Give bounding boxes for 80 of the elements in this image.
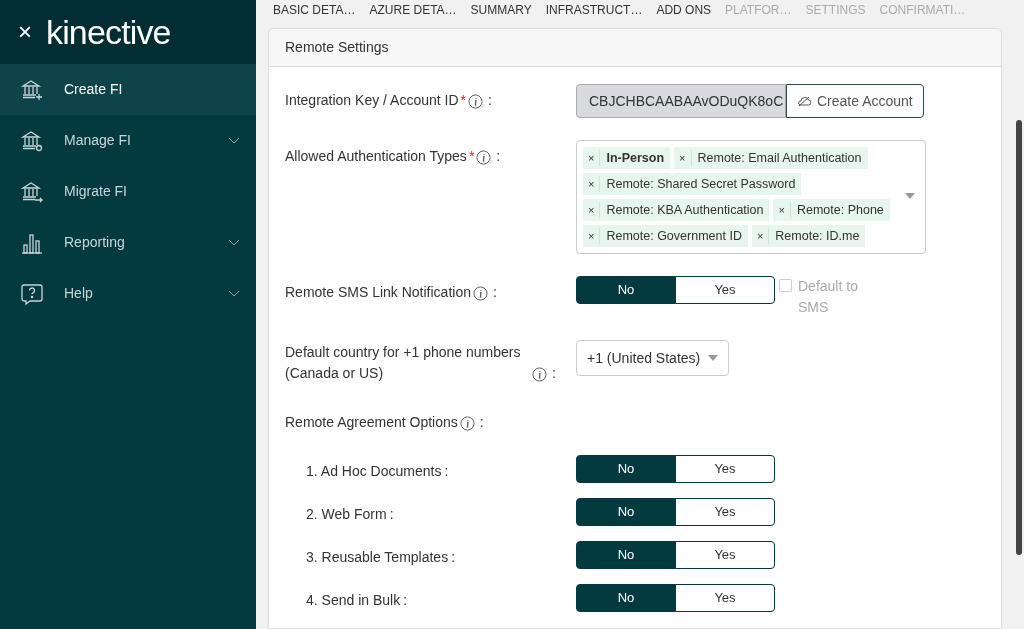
step-tab[interactable]: SUMMARY [470, 3, 532, 17]
chevron-down-icon [228, 136, 240, 145]
info-icon[interactable] [476, 150, 492, 165]
multi-select-field[interactable]: × In-Person × Remote: Email Authentication × Remote: Shared Secret Password × Remote: KBA Authentication × Remote: Phone × Remote: Government ID × Remote: ID.me [576, 140, 926, 254]
field-label: 2. Web Form [306, 505, 387, 524]
remove-tag-button[interactable]: × [583, 149, 601, 167]
field-label: Allowed Authentication Types [285, 147, 467, 166]
step-tab[interactable]: AZURE DETA… [369, 3, 457, 17]
toggle-option[interactable]: Yes [675, 455, 775, 483]
nav-item[interactable]: Manage FI [0, 115, 256, 166]
scrollbar-thumb[interactable] [1016, 120, 1022, 555]
nav-label: Reporting [64, 233, 126, 252]
tag-label: Remote: Phone [795, 201, 885, 219]
toggle-option[interactable]: Yes [675, 498, 775, 526]
account-id-field[interactable]: CBJCHBCAABAAvODuQK8oC [576, 84, 786, 118]
remove-tag-button[interactable]: × [583, 201, 601, 219]
card-title: Remote Settings [285, 38, 389, 57]
label-colon: : [552, 364, 556, 383]
field-label: Remote Agreement Options [285, 413, 458, 432]
step-tab[interactable]: ADD ONS [656, 3, 712, 17]
tag-label: Remote: Government ID [605, 227, 743, 245]
field-label: 4. Send in Bulk [306, 591, 401, 610]
field-label: 1. Ad Hoc Documents [306, 462, 442, 481]
nav-label: Manage FI [64, 131, 132, 150]
logo: kinective [46, 11, 171, 53]
nav-item[interactable]: Help [0, 268, 256, 319]
nav-item[interactable]: Reporting [0, 217, 256, 268]
toggle-option[interactable]: No [576, 541, 676, 569]
tag-label: Remote: KBA Authentication [605, 201, 765, 219]
nav-item[interactable]: Create FI [0, 64, 256, 115]
close-button[interactable]: × [18, 20, 32, 44]
chevron-down-icon [228, 289, 240, 298]
label-colon: : [451, 548, 456, 567]
tag-label: Remote: Shared Secret Password [605, 175, 797, 193]
country-select[interactable]: +1 (United States) [576, 340, 730, 376]
info-icon[interactable] [472, 286, 488, 301]
toggle-option[interactable]: Yes [675, 541, 775, 569]
info-icon[interactable] [532, 367, 547, 382]
toggle-option[interactable]: Yes [675, 276, 775, 304]
field-label: Default country for +1 phone numbers (Canada or US) [285, 343, 522, 383]
remove-tag-button[interactable]: × [751, 227, 770, 245]
nav-label: Create FI [64, 80, 124, 99]
tag-label: In-Person [605, 149, 666, 167]
field-label: Remote SMS Link Notification [285, 283, 471, 302]
label-colon: : [444, 462, 449, 481]
label-colon: : [496, 147, 501, 166]
toggle-option[interactable]: No [576, 584, 676, 612]
toggle-option[interactable]: No [576, 455, 676, 483]
remove-tag-button[interactable]: × [674, 149, 692, 167]
tag-label: Remote: Email Authentication [696, 149, 863, 167]
nav-item[interactable]: Migrate FI [0, 166, 256, 217]
toggle-option[interactable]: No [576, 498, 676, 526]
cloud-icon [797, 95, 811, 107]
chevron-down-icon [228, 238, 240, 247]
label-colon: : [403, 591, 408, 610]
required-mark: * [460, 91, 466, 110]
step-tab[interactable]: INFRASTRUCT… [545, 3, 643, 17]
info-icon[interactable] [468, 94, 483, 109]
remove-tag-button[interactable]: × [583, 227, 601, 245]
nav-label: Help [64, 284, 94, 303]
toggle-option[interactable]: No [576, 276, 676, 304]
tag-label: Remote: ID.me [774, 227, 861, 245]
remove-tag-button[interactable]: × [583, 175, 601, 193]
checkbox-label: Default to SMS [798, 277, 859, 317]
step-tab[interactable]: BASIC DETA… [273, 3, 356, 17]
label-colon: : [389, 505, 394, 524]
label-colon: : [492, 283, 497, 302]
toggle-option[interactable]: Yes [675, 584, 775, 612]
help-icon [20, 281, 44, 306]
info-icon[interactable] [459, 416, 475, 431]
label-colon: : [488, 91, 492, 110]
nav-label: Migrate FI [64, 182, 128, 201]
label-colon: : [479, 413, 484, 432]
dropdown-caret-icon [905, 193, 915, 199]
dropdown-caret-icon [708, 355, 719, 361]
field-label: 3. Reusable Templates [306, 548, 449, 567]
field-label: Integration Key / Account ID [285, 91, 459, 110]
remove-tag-button[interactable]: × [773, 201, 791, 219]
required-mark: * [468, 147, 475, 166]
create-account-button[interactable]: Create Account [786, 84, 924, 118]
